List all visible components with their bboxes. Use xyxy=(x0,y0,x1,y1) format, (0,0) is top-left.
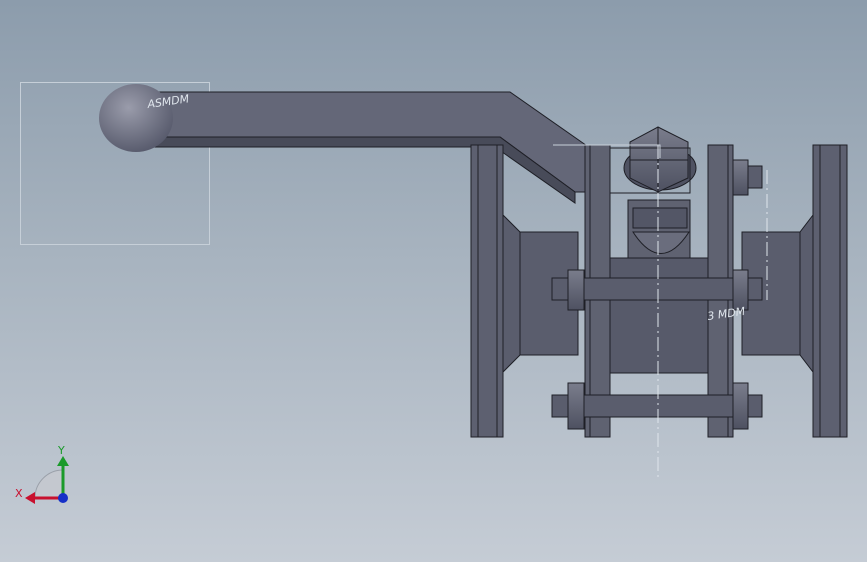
triad-z-origin-icon xyxy=(58,493,68,503)
reference-triad: Y X xyxy=(15,444,69,504)
triad-x-arrow-icon xyxy=(25,492,35,504)
triad-plane-quadrant xyxy=(34,469,64,499)
stem-hex-nut[interactable] xyxy=(623,126,697,193)
lever-handle[interactable] xyxy=(149,91,591,204)
left-flange[interactable] xyxy=(470,144,504,438)
triad-y-label: Y xyxy=(57,444,65,457)
triad-y-arrow-icon xyxy=(57,456,69,466)
triad-x-label: X xyxy=(15,487,23,500)
center-body[interactable] xyxy=(609,257,709,374)
model-canvas[interactable]: ASMDM 3 MDM Y X xyxy=(0,0,867,562)
right-flange[interactable] xyxy=(812,144,848,438)
graphics-viewport[interactable]: ASMDM 3 MDM Y X xyxy=(0,0,867,562)
bolt-upper-right[interactable] xyxy=(732,159,763,196)
handle-grip-ball[interactable] xyxy=(99,84,173,152)
valve-stem-packing[interactable] xyxy=(627,199,691,259)
